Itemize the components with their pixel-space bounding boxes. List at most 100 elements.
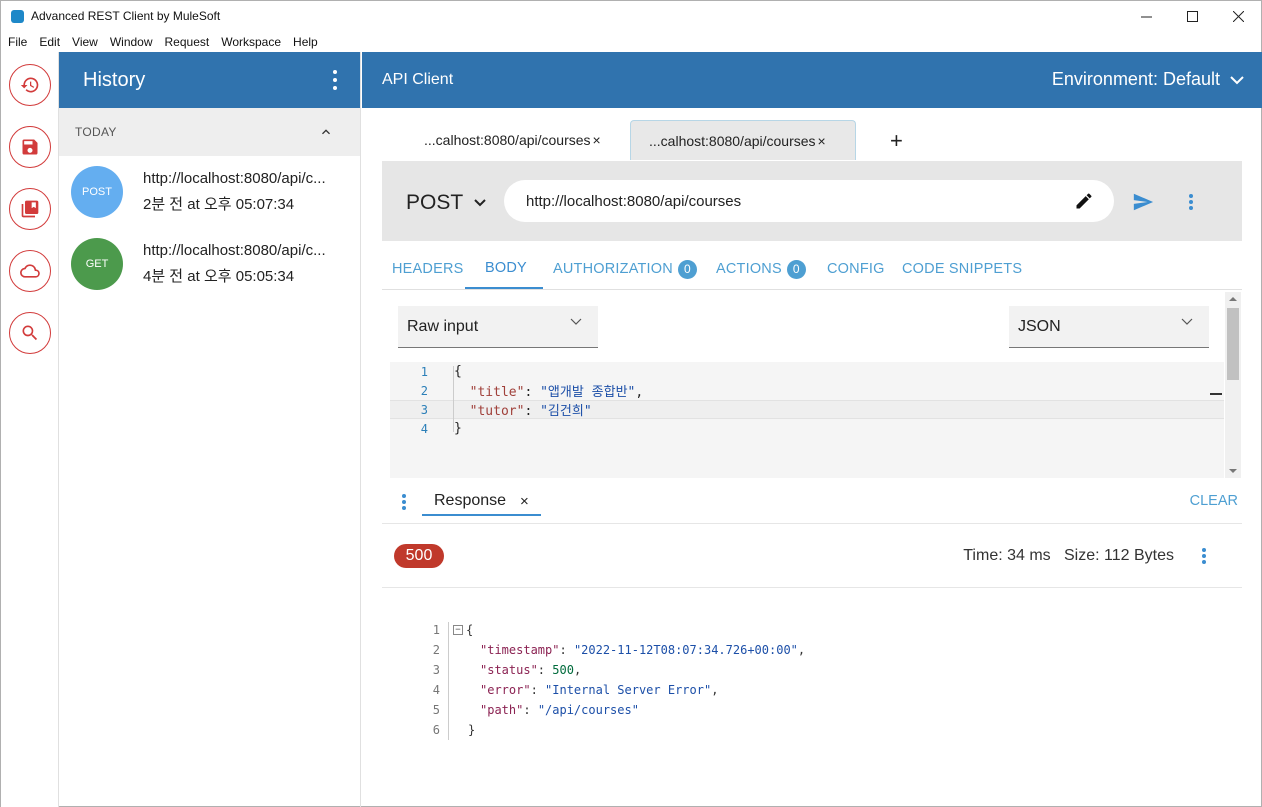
- history-item[interactable]: POST http://localhost:8080/api/c... 2분 전…: [59, 156, 360, 228]
- method-badge: POST: [71, 166, 123, 218]
- request-more-button[interactable]: [1189, 194, 1193, 210]
- nav-rail: [1, 52, 59, 807]
- environment-selector[interactable]: Environment: Default: [1052, 69, 1244, 90]
- code-editor[interactable]: 1 { 2 "title": "앱개발 종합반", 3 "tutor": "김건…: [390, 362, 1228, 478]
- response-line: 1 {: [382, 620, 473, 640]
- scroll-down-icon[interactable]: [1225, 466, 1241, 476]
- json-string: "김건희": [540, 404, 592, 419]
- scrollbar[interactable]: [1225, 292, 1241, 478]
- indent-guide: [453, 366, 454, 432]
- menu-edit[interactable]: Edit: [32, 35, 65, 49]
- tab-body[interactable]: BODY: [465, 249, 543, 289]
- title-bar: Advanced REST Client by MuleSoft: [1, 1, 1261, 31]
- line-number: 6: [432, 723, 440, 737]
- projects-nav-button[interactable]: [9, 188, 51, 230]
- saved-nav-button[interactable]: [9, 126, 51, 168]
- scroll-thumb[interactable]: [1227, 308, 1239, 380]
- chevron-up-icon[interactable]: [318, 124, 334, 140]
- send-icon[interactable]: [1132, 191, 1154, 213]
- response-meta: Time: 34 ms Size: 112 Bytes: [963, 547, 1174, 564]
- code-line-active: 3 "tutor": "김건희": [390, 400, 1224, 419]
- history-item-time: 4분 전 at 오후 05:05:34: [143, 268, 295, 285]
- chevron-down-icon: [570, 318, 582, 325]
- minimize-icon: [1140, 16, 1152, 17]
- history-item-url: http://localhost:8080/api/c...: [143, 242, 326, 259]
- tab-authorization[interactable]: AUTHORIZATION 0: [553, 249, 697, 289]
- history-title: History: [83, 68, 146, 91]
- history-item[interactable]: GET http://localhost:8080/api/c... 4분 전 …: [59, 228, 360, 300]
- history-header: History: [59, 52, 360, 108]
- request-tabs: ...calhost:8080/api/courses × ...calhost…: [362, 120, 1242, 160]
- minimize-button[interactable]: [1123, 1, 1169, 31]
- line-number: 3: [420, 402, 428, 417]
- tab-config[interactable]: CONFIG: [827, 249, 885, 289]
- line-number: 2: [432, 643, 440, 657]
- request-tab[interactable]: ...calhost:8080/api/courses ×: [424, 120, 601, 160]
- close-icon: [1232, 10, 1244, 22]
- editor-tabs: HEADERS BODY AUTHORIZATION 0 ACTIONS 0 C…: [382, 249, 1242, 290]
- history-more-button[interactable]: [330, 70, 340, 90]
- app-logo-icon: [11, 9, 24, 23]
- tab-close-icon[interactable]: ×: [818, 133, 826, 149]
- menu-help[interactable]: Help: [286, 35, 323, 49]
- search-icon: [22, 325, 38, 341]
- json-key: "path": [480, 703, 524, 717]
- json-key: "status": [480, 663, 538, 677]
- close-icon[interactable]: ×: [520, 493, 529, 510]
- tab-code-snippets[interactable]: CODE SNIPPETS: [902, 249, 1022, 289]
- maximize-button[interactable]: [1169, 1, 1215, 31]
- edit-icon[interactable]: [1074, 191, 1094, 211]
- method-value: POST: [406, 191, 464, 214]
- close-window-button[interactable]: [1215, 1, 1261, 31]
- menu-workspace[interactable]: Workspace: [214, 35, 286, 49]
- window-title: Advanced REST Client by MuleSoft: [31, 9, 221, 23]
- response-body: − 1 { 2 "timestamp": "2022-11-12T08:07:3…: [382, 620, 1242, 750]
- body-editor-area: Raw input JSON 1 { 2 "title": "앱개발 종합반",…: [382, 292, 1242, 478]
- clear-button[interactable]: CLEAR: [1190, 493, 1238, 509]
- chevron-down-icon: [474, 199, 486, 207]
- json-string: "2022-11-12T08:07:34.726+00:00": [573, 643, 798, 657]
- response-bar: Response × CLEAR: [382, 478, 1242, 524]
- response-line: 4 "error": "Internal Server Error",: [382, 680, 719, 700]
- code-line: 2 "title": "앱개발 종합반",: [390, 381, 1224, 401]
- scroll-up-icon[interactable]: [1225, 294, 1241, 304]
- url-input[interactable]: http://localhost:8080/api/courses: [504, 180, 1114, 222]
- tab-actions[interactable]: ACTIONS 0: [716, 249, 806, 289]
- menu-bar: File Edit View Window Request Workspace …: [1, 31, 323, 52]
- response-tab-label: Response: [434, 492, 507, 509]
- line-number: 4: [420, 421, 428, 436]
- add-tab-button[interactable]: +: [890, 128, 903, 154]
- tab-close-icon[interactable]: ×: [593, 132, 601, 148]
- method-badge: GET: [71, 238, 123, 290]
- tab-headers[interactable]: HEADERS: [392, 249, 464, 289]
- content-type-select[interactable]: JSON: [1009, 306, 1209, 348]
- method-selector[interactable]: POST: [406, 191, 487, 215]
- menu-window[interactable]: Window: [103, 35, 158, 49]
- tab-response[interactable]: Response ×: [422, 488, 541, 516]
- code-line: 4 }: [390, 419, 1224, 438]
- menu-request[interactable]: Request: [158, 35, 215, 49]
- response-more-button[interactable]: [1202, 548, 1206, 564]
- response-panel-menu-button[interactable]: [402, 494, 406, 510]
- request-tab-active[interactable]: ...calhost:8080/api/courses ×: [630, 120, 856, 160]
- code-text: {: [454, 364, 462, 379]
- history-group-header[interactable]: TODAY: [59, 108, 360, 156]
- history-nav-button[interactable]: [9, 64, 51, 106]
- main-header: API Client Environment: Default: [362, 52, 1262, 108]
- menu-file[interactable]: File: [1, 35, 32, 49]
- menu-view[interactable]: View: [65, 35, 103, 49]
- code-text: }: [468, 723, 476, 737]
- code-text: {: [466, 623, 474, 637]
- response-line: 2 "timestamp": "2022-11-12T08:07:34.726+…: [382, 640, 805, 660]
- line-number: 4: [432, 683, 440, 697]
- library-icon: [21, 200, 39, 218]
- maximize-icon: [1186, 10, 1198, 22]
- exchange-nav-button[interactable]: [9, 250, 51, 292]
- body-mode-select[interactable]: Raw input: [398, 306, 598, 348]
- search-nav-button[interactable]: [9, 312, 51, 354]
- line-number: 3: [432, 663, 440, 677]
- request-url-bar: POST http://localhost:8080/api/courses: [382, 161, 1242, 241]
- status-badge: 500: [394, 544, 444, 568]
- tab-authorization-label: AUTHORIZATION: [553, 261, 673, 277]
- count-badge: 0: [786, 259, 806, 279]
